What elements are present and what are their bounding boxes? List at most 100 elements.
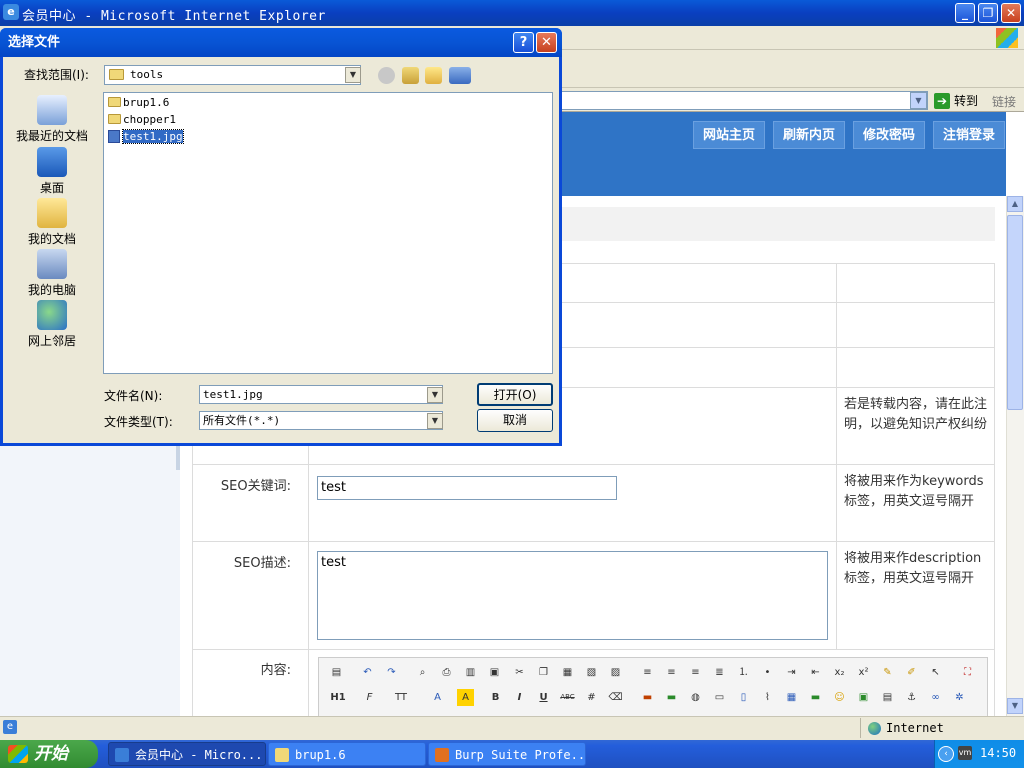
fullscreen-icon[interactable]: ⛶	[959, 664, 976, 681]
paste-word-icon[interactable]: ▨	[607, 664, 624, 681]
scroll-up-button[interactable]: ▲	[1007, 196, 1023, 212]
unordered-list-icon[interactable]: •	[759, 664, 776, 681]
insert-doc-icon[interactable]: ▯	[735, 689, 752, 706]
print-icon[interactable]: ⎙	[438, 664, 455, 681]
taskbar-item-burp[interactable]: Burp Suite Profe...	[428, 742, 586, 766]
insert-table-icon[interactable]: ▦	[783, 689, 800, 706]
horizontal-rule-icon[interactable]: ▬	[807, 689, 824, 706]
template-icon[interactable]: ▥	[462, 664, 479, 681]
up-folder-icon[interactable]	[402, 67, 419, 84]
paste-icon[interactable]: ▤	[328, 664, 345, 681]
place-network[interactable]: 网上邻居	[6, 300, 98, 349]
my-documents-icon	[37, 198, 67, 228]
subscript-icon[interactable]: x₂	[831, 664, 848, 681]
eraser-icon[interactable]: ⌫	[607, 689, 624, 706]
place-my-documents[interactable]: 我的文档	[6, 198, 98, 247]
heading-icon[interactable]: H1	[326, 689, 350, 706]
clock: 14:50	[980, 746, 1017, 760]
nav-home-button[interactable]: 网站主页	[693, 121, 765, 149]
scroll-down-button[interactable]: ▼	[1007, 698, 1023, 714]
go-button[interactable]: ➔ 转到	[932, 91, 978, 111]
paste-text-icon[interactable]: ▦	[559, 664, 576, 681]
insert-media-icon[interactable]: ▬	[663, 689, 680, 706]
insert-flash-icon[interactable]: ◍	[687, 689, 704, 706]
table-row	[836, 302, 995, 348]
insert-video-icon[interactable]: ▭	[711, 689, 728, 706]
look-in-dropdown-button[interactable]: ▼	[345, 67, 361, 83]
taskbar-item-folder[interactable]: brup1.6	[268, 742, 426, 766]
view-menu-icon[interactable]	[449, 67, 471, 84]
italic-icon[interactable]: I	[511, 689, 528, 706]
filetype-dropdown-button[interactable]: ▼	[427, 413, 443, 429]
windows-start-icon	[8, 745, 28, 763]
address-dropdown-button[interactable]: ▼	[910, 92, 927, 109]
font-size-icon[interactable]: TT	[390, 689, 412, 706]
address-input[interactable]	[560, 91, 928, 110]
preview-icon[interactable]: ⌕	[414, 664, 431, 681]
nav-password-button[interactable]: 修改密码	[853, 121, 925, 149]
align-justify-icon[interactable]: ≣	[711, 664, 728, 681]
list-item[interactable]: chopper1	[107, 112, 176, 127]
indent-icon[interactable]: ⇥	[783, 664, 800, 681]
align-right-icon[interactable]: ≡	[687, 664, 704, 681]
maximize-button[interactable]: ❐	[978, 3, 998, 23]
pagebreak-icon[interactable]: ▤	[879, 689, 896, 706]
font-color-icon[interactable]: A	[429, 689, 446, 706]
redo-icon[interactable]: ↷	[383, 664, 400, 681]
insert-image-icon[interactable]: ▬	[639, 689, 656, 706]
links-label[interactable]: 链接	[992, 93, 1016, 110]
nav-refresh-button[interactable]: 刷新内页	[773, 121, 845, 149]
strikethrough-icon[interactable]: ABC	[559, 689, 576, 706]
paste-plain-icon[interactable]: ▧	[583, 664, 600, 681]
open-button[interactable]: 打开(O)	[477, 383, 553, 406]
help-button[interactable]: ?	[513, 32, 534, 53]
emoticon-icon[interactable]: ☺	[831, 689, 848, 706]
align-left-icon[interactable]: ≡	[639, 664, 656, 681]
vmware-tray-icon[interactable]: vm	[958, 746, 972, 760]
nav-logout-button[interactable]: 注销登录	[933, 121, 1005, 149]
scroll-thumb[interactable]	[1007, 215, 1023, 410]
place-desktop[interactable]: 桌面	[6, 147, 98, 196]
my-computer-icon	[37, 249, 67, 279]
align-center-icon[interactable]: ≡	[663, 664, 680, 681]
cut-icon[interactable]: ✂	[511, 664, 528, 681]
minimize-button[interactable]: _	[955, 3, 975, 23]
code-icon[interactable]: ▣	[486, 664, 503, 681]
filename-dropdown-button[interactable]: ▼	[427, 387, 443, 403]
font-family-icon[interactable]: F	[361, 689, 378, 706]
seo-keywords-input[interactable]: test	[317, 476, 617, 500]
bold-icon[interactable]: B	[487, 689, 504, 706]
unlink-icon[interactable]: ✲	[951, 689, 968, 706]
ordered-list-icon[interactable]: ⒈	[735, 664, 752, 681]
attachment-icon[interactable]: ⌇	[759, 689, 776, 706]
list-item[interactable]: test1.jpg	[107, 129, 184, 144]
taskbar-item-ie[interactable]: 会员中心 - Micro...	[108, 742, 266, 766]
dialog-close-button[interactable]: ✕	[536, 32, 557, 53]
list-item[interactable]: brup1.6	[107, 95, 169, 110]
back-icon[interactable]	[378, 67, 395, 84]
table-grid-icon[interactable]: #	[583, 689, 600, 706]
copy-icon[interactable]: ❐	[535, 664, 552, 681]
select-all-icon[interactable]: ✐	[903, 664, 920, 681]
look-in-select[interactable]: tools	[104, 65, 361, 85]
superscript-icon[interactable]: x²	[855, 664, 872, 681]
ie-window-title: 会员中心 - Microsoft Internet Explorer	[22, 9, 326, 24]
clear-format-icon[interactable]: ✎	[879, 664, 896, 681]
place-recent[interactable]: 我最近的文档	[6, 95, 98, 144]
close-button[interactable]: ✕	[1001, 3, 1021, 23]
link-icon[interactable]: ∞	[927, 689, 944, 706]
outdent-icon[interactable]: ⇤	[807, 664, 824, 681]
undo-icon[interactable]: ↶	[359, 664, 376, 681]
anchor-icon[interactable]: ⚓	[903, 689, 920, 706]
special-char-icon[interactable]: ▣	[855, 689, 872, 706]
filetype-select[interactable]: 所有文件(*.*)	[199, 411, 443, 430]
cursor-icon[interactable]: ↖	[927, 664, 944, 681]
seo-description-textarea[interactable]: test	[317, 551, 828, 640]
cancel-button[interactable]: 取消	[477, 409, 553, 432]
underline-icon[interactable]: U	[535, 689, 552, 706]
filename-input[interactable]: test1.jpg	[199, 385, 443, 404]
place-my-computer[interactable]: 我的电脑	[6, 249, 98, 298]
tray-expand-icon[interactable]: ‹	[938, 746, 954, 762]
new-folder-icon[interactable]	[425, 67, 442, 84]
highlight-icon[interactable]: A	[457, 689, 474, 706]
